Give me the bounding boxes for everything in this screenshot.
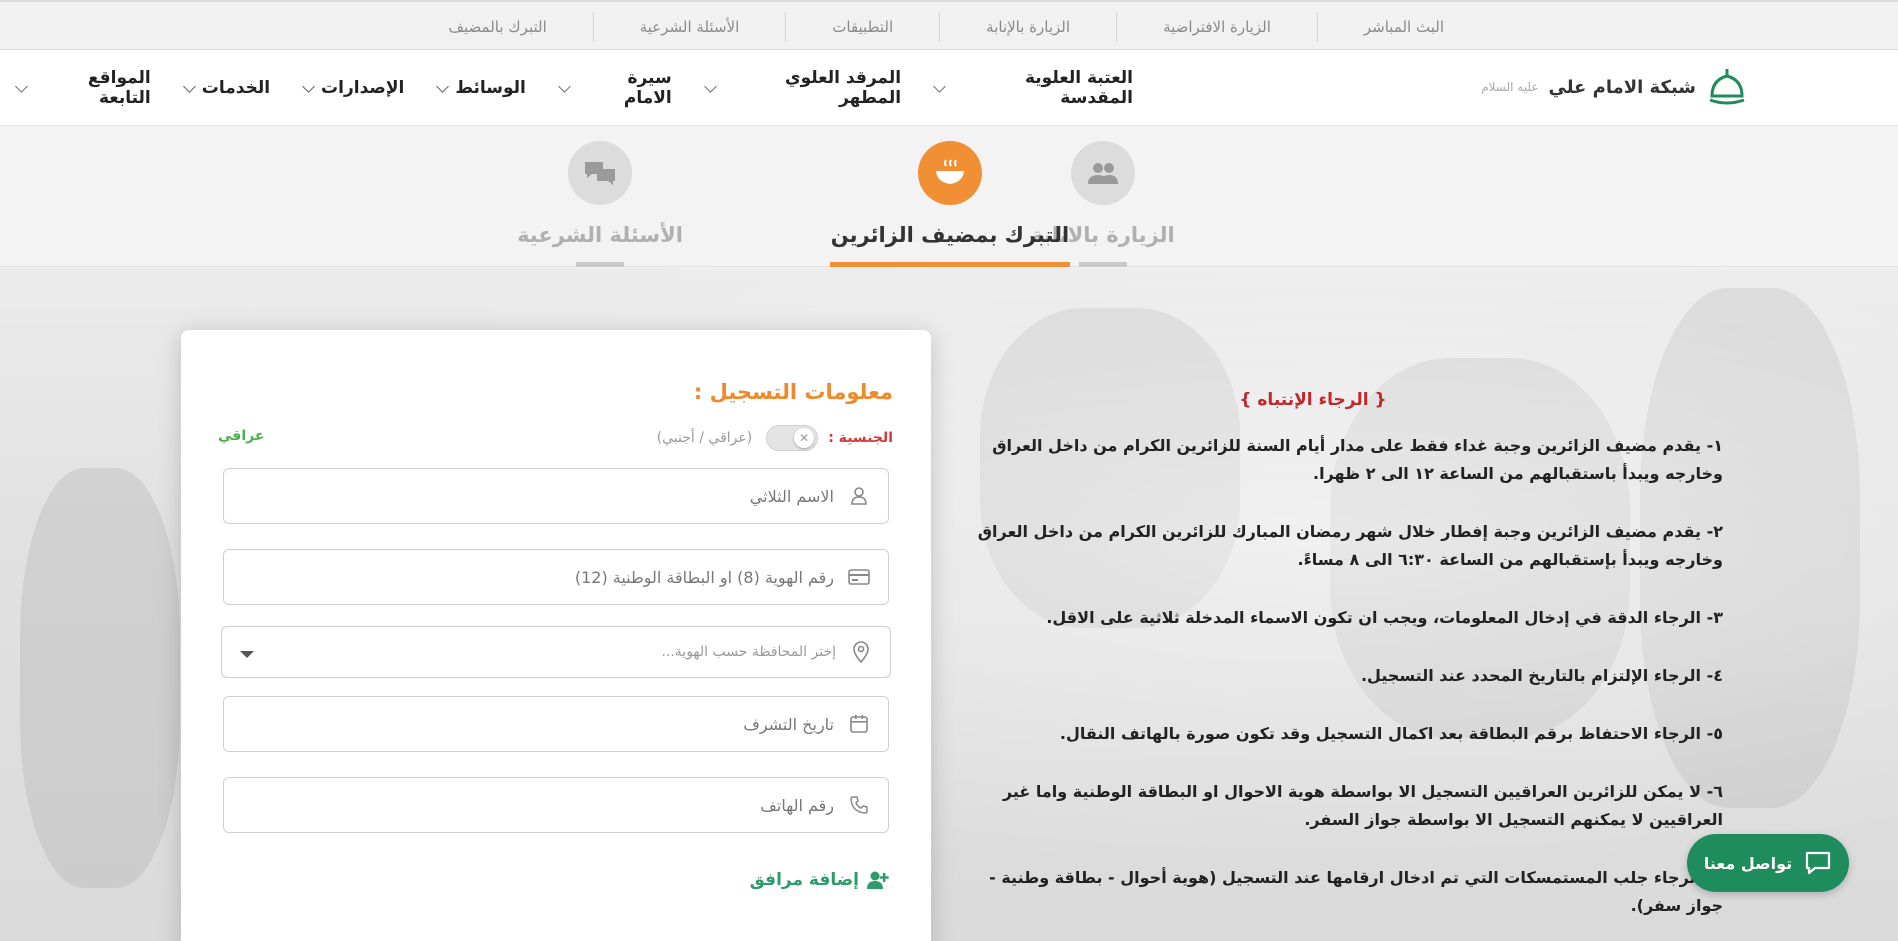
full-name-placeholder: الاسم الثلاثي <box>749 486 834 506</box>
notice-item: ١- يقدم مضيف الزائرين وجبة غداء فقط على … <box>992 436 1723 483</box>
visit-date-field[interactable]: تاريخ التشرف <box>223 696 889 752</box>
notice-item: ٤- الرجاء الإلتزام بالتاريخ المحدد عند ا… <box>1360 666 1723 685</box>
tab-icon-circle <box>918 141 982 205</box>
notice-item: ٢- يقدم مضيف الزائرين وجبة إفطار خلال شه… <box>977 522 1723 569</box>
close-icon: ✕ <box>794 428 815 448</box>
nationality-toggle[interactable]: ✕ <box>766 425 819 451</box>
nav-item-label: الوسائط <box>455 78 526 98</box>
contact-us-label: تواصل معنا <box>1703 853 1793 873</box>
location-pin-icon <box>850 641 872 663</box>
chevron-down-icon <box>703 79 717 93</box>
users-icon <box>1088 163 1118 184</box>
notice-item: ٣- الرجاء الدقة في إدخال المعلومات، ويجب… <box>1046 608 1723 627</box>
add-companion-button[interactable]: إضافة مرافق <box>750 870 889 890</box>
top-link-questions[interactable]: الأسئلة الشرعية <box>592 12 786 42</box>
notice-panel: { الرجاء الإنتباه } ١- يقدم مضيف الزائري… <box>963 390 1723 941</box>
add-companion-label: إضافة مرافق <box>749 870 859 890</box>
chevron-down-icon <box>15 79 28 93</box>
phone-placeholder: رقم الهاتف <box>760 795 834 815</box>
registration-card: معلومات التسجيل : الجنسية : ✕ (عراقي / أ… <box>181 330 931 941</box>
notice-item: ٧- الرجاء جلب المستمسكات التي تم ادخال ا… <box>989 868 1723 915</box>
nav-item-shrine[interactable]: المرقد العلوي المطهر <box>689 68 918 108</box>
calendar-icon <box>848 713 870 735</box>
nationality-value: عراقي <box>218 428 265 444</box>
tab-questions[interactable]: الأسئلة الشرعية <box>480 141 720 267</box>
visit-date-placeholder: تاريخ التشرف <box>743 714 834 734</box>
chevron-down-icon <box>182 79 196 93</box>
nav-item-biography[interactable]: سيرة الامام <box>543 68 689 108</box>
phone-field[interactable]: رقم الهاتف <box>223 777 889 833</box>
top-link-proxy-visit[interactable]: الزيارة بالإنابة <box>939 12 1116 42</box>
phone-icon <box>848 794 870 816</box>
tab-underline <box>576 262 624 267</box>
notice-title: { الرجاء الإنتباه } <box>1239 390 1387 410</box>
brand-subscript: عليه السلام <box>1481 80 1539 94</box>
tab-icon-circle <box>568 141 632 205</box>
id-number-placeholder: رقم الهوية (8) او البطاقة الوطنية (12) <box>574 567 834 587</box>
chat-bubble-icon <box>1806 851 1831 875</box>
nav-item-publications[interactable]: الإصدارات <box>287 78 421 98</box>
user-icon <box>848 485 870 507</box>
tab-label: التبرك بمضيف الزائرين <box>830 223 1070 247</box>
nav-item-label: الخدمات <box>201 78 271 98</box>
nav-item-label: المواقع التابعة <box>87 68 151 108</box>
id-number-field[interactable]: رقم الهوية (8) او البطاقة الوطنية (12) <box>223 549 889 605</box>
top-links: البث المباشر الزيارة الافتراضية الزيارة … <box>402 2 1490 52</box>
tab-label: الأسئلة الشرعية <box>517 223 683 247</box>
chevron-down-icon <box>302 79 315 93</box>
chevron-down-icon <box>557 79 571 93</box>
notice-item: ٥- الرجاء الاحتفاظ برقم البطاقة بعد اكما… <box>1059 724 1723 743</box>
dome-logo-icon <box>1709 69 1745 105</box>
nav-item-label: سيرة الامام <box>623 68 672 108</box>
nav-item-holy-shrine[interactable]: العتبة العلوية المقدسة <box>918 68 1150 108</box>
nav-item-label: العتبة العلوية المقدسة <box>1024 68 1133 108</box>
id-card-icon <box>848 566 870 588</box>
nationality-row: الجنسية : ✕ (عراقي / أجنبي) <box>223 422 893 454</box>
add-user-icon <box>867 871 889 889</box>
nav-item-services[interactable]: الخدمات <box>168 78 287 98</box>
tab-underline <box>830 262 1070 267</box>
chevron-down-icon <box>436 79 450 93</box>
full-name-field[interactable]: الاسم الثلاثي <box>223 468 889 524</box>
tab-icon-circle <box>1071 141 1135 205</box>
nav-item-label: الإصدارات <box>321 78 405 98</box>
tab-guesthouse[interactable]: التبرك بمضيف الزائرين <box>830 141 1070 267</box>
nav-item-label: المرقد العلوي المطهر <box>785 68 902 108</box>
top-strip: البث المباشر الزيارة الافتراضية الزيارة … <box>0 0 1898 50</box>
notice-item: ٦- لا يمكن للزائرين العراقيين التسجيل ال… <box>1002 782 1723 829</box>
nationality-label: الجنسية : <box>828 430 893 446</box>
food-bowl-icon <box>936 159 964 184</box>
chat-icon <box>585 162 615 185</box>
dropdown-caret-icon <box>240 651 254 658</box>
main-nav: شبكة الامام علي عليه السلام العتبة العلو… <box>0 50 1898 126</box>
top-link-guesthouse[interactable]: التبرك بالمضيف <box>402 12 592 42</box>
nav-menu: العتبة العلوية المقدسة المرقد العلوي الم… <box>0 50 1150 126</box>
nav-item-affiliated-sites[interactable]: المواقع التابعة <box>0 68 168 108</box>
site-logo[interactable]: شبكة الامام علي عليه السلام <box>1481 66 1748 108</box>
contact-us-button[interactable]: تواصل معنا <box>1687 834 1849 892</box>
brand-name: شبكة الامام علي <box>1548 76 1697 98</box>
chevron-down-icon <box>933 79 946 93</box>
top-link-virtual-visit[interactable]: الزيارة الافتراضية <box>1116 12 1317 42</box>
province-select[interactable]: إختر المحافظة حسب الهوية... <box>221 626 891 678</box>
tab-underline <box>1079 262 1127 267</box>
nationality-hint: (عراقي / أجنبي) <box>656 430 753 446</box>
top-link-apps[interactable]: التطبيقات <box>785 12 939 42</box>
form-title: معلومات التسجيل : <box>693 380 893 404</box>
nav-item-media[interactable]: الوسائط <box>421 78 543 98</box>
service-tabs: الزيارة بالانابة التبرك بمضيف الزائرين ا… <box>0 127 1898 267</box>
province-placeholder: إختر المحافظة حسب الهوية... <box>661 644 836 660</box>
top-link-live[interactable]: البث المباشر <box>1316 12 1490 42</box>
